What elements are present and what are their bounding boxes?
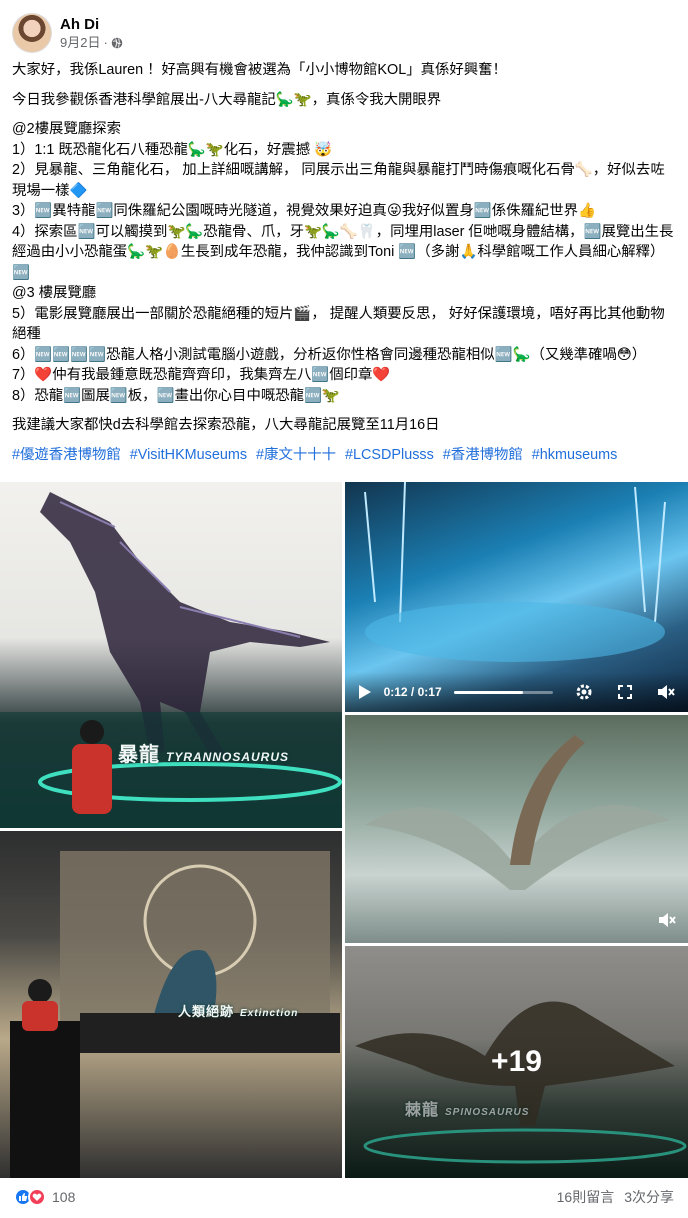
post-date[interactable]: 9月2日	[60, 34, 100, 51]
post-paragraph-3: @2樓展覽廳探索 1）1:1 既恐龍化石八種恐龍🦕🦖化石，好震撼 🤯 2）見暴龍…	[12, 121, 674, 404]
more-photos-overlay[interactable]: +19	[345, 946, 688, 1178]
extinction-screen-label: 人類絕跡 Extinction	[178, 1001, 298, 1020]
hashtag-link[interactable]: #康文十十十	[256, 447, 336, 463]
reaction-count[interactable]: 108	[52, 1189, 75, 1205]
photo-pterosaur-screen[interactable]	[345, 715, 688, 943]
mute-icon[interactable]	[656, 682, 676, 702]
globe-icon[interactable]	[111, 37, 123, 49]
photo-trex-skeleton[interactable]: 暴龍 TYRANNOSAURUS	[0, 482, 342, 828]
more-photos-count: +19	[491, 1045, 542, 1078]
extinction-label-chinese: 人類絕跡	[178, 1004, 235, 1019]
author-avatar[interactable]	[12, 13, 52, 53]
video-controls: 0:12 / 0:17	[345, 672, 688, 712]
photo-spinosaurus-more[interactable]: 棘龍 SPINOSAURUS +19	[345, 946, 688, 1178]
photo-extinction-theatre[interactable]: 人類絕跡 Extinction	[0, 831, 342, 1178]
mute-icon[interactable]	[656, 909, 678, 931]
trex-exhibit-sign: 暴龍 TYRANNOSAURUS	[118, 738, 289, 767]
trex-sign-chinese: 暴龍	[118, 744, 160, 766]
meta-separator: ·	[103, 35, 108, 50]
hashtag-link[interactable]: #LCSDPlusss	[345, 447, 434, 463]
play-icon[interactable]	[357, 683, 374, 701]
post-footer: 108 16則留言 3次分享	[14, 1184, 674, 1210]
shares-count[interactable]: 3次分享	[624, 1187, 674, 1207]
hashtag-link[interactable]: #優遊香港博物館	[12, 447, 121, 463]
author-block: Ah Di 9月2日 ·	[60, 15, 123, 51]
settings-icon[interactable]	[575, 682, 593, 702]
fullscreen-icon[interactable]	[616, 682, 634, 702]
hashtag-link[interactable]: #VisitHKMuseums	[130, 447, 247, 463]
author-name[interactable]: Ah Di	[60, 15, 123, 34]
video-time: 0:12 / 0:17	[383, 685, 442, 699]
reaction-icons[interactable]	[14, 1188, 46, 1206]
post-header: Ah Di 9月2日 ·	[12, 12, 676, 54]
photo-gallery: 暴龍 TYRANNOSAURUS 0:12 / 0:17 人類絕跡 Extinc…	[0, 482, 688, 1178]
love-icon	[28, 1188, 46, 1206]
extinction-label-english: Extinction	[240, 1008, 299, 1019]
post-text: 大家好，我係Lauren ！好高興有機會被選為「小小博物館KOL」真係好興奮！ …	[12, 60, 674, 465]
video-progress-fill	[453, 690, 524, 694]
video-time-tunnel[interactable]: 0:12 / 0:17	[345, 482, 688, 712]
pterosaur-illustration	[365, 735, 670, 890]
trex-sign-english: TYRANNOSAURUS	[166, 750, 290, 764]
post-paragraph-4: 我建議大家都快d去科學館去探索恐龍，八大尋龍記展覽至11月16日	[12, 417, 440, 433]
engagement-counts: 16則留言 3次分享	[557, 1187, 674, 1207]
post-meta: 9月2日 ·	[60, 34, 123, 51]
post-paragraph-1: 大家好，我係Lauren ！好高興有機會被選為「小小博物館KOL」真係好興奮！	[12, 62, 507, 78]
hashtag-list: #優遊香港博物館 #VisitHKMuseums #康文十十十 #LCSDPlu…	[12, 445, 674, 466]
comments-count[interactable]: 16則留言	[557, 1187, 615, 1207]
post-paragraph-2: 今日我參觀係香港科學館展出-八大尋龍記🦕🦖，真係令我大開眼界	[12, 91, 442, 108]
video-progress-bar[interactable]	[453, 690, 554, 694]
hashtag-link[interactable]: #hkmuseums	[532, 447, 618, 463]
trex-skeleton-illustration	[0, 492, 342, 828]
hashtag-link[interactable]: #香港博物館	[443, 447, 523, 463]
